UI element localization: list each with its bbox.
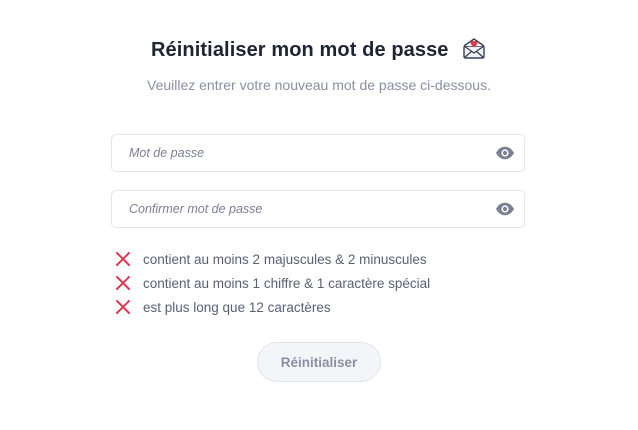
page-subtitle: Veuillez entrer votre nouveau mot de pas… [147, 77, 491, 93]
page-title: Réinitialiser mon mot de passe [151, 38, 449, 61]
cross-icon [115, 299, 131, 315]
envelope-heart-icon [461, 36, 487, 60]
title-row: Réinitialiser mon mot de passe [0, 38, 638, 66]
reset-password-button[interactable]: Réinitialiser [257, 342, 381, 382]
password-rule: contient au moins 2 majuscules & 2 minus… [115, 247, 535, 271]
eye-icon[interactable] [495, 201, 515, 217]
confirm-password-input[interactable] [112, 191, 482, 227]
confirm-password-field [111, 190, 525, 228]
password-rule-text: contient au moins 2 majuscules & 2 minus… [143, 251, 427, 267]
cross-icon [115, 275, 131, 291]
password-rules-list: contient au moins 2 majuscules & 2 minus… [115, 247, 535, 319]
password-input[interactable] [112, 135, 482, 171]
password-rule-text: est plus long que 12 caractères [143, 299, 331, 315]
password-rule: est plus long que 12 caractères [115, 295, 535, 319]
password-rule: contient au moins 1 chiffre & 1 caractèr… [115, 271, 535, 295]
password-rule-text: contient au moins 1 chiffre & 1 caractèr… [143, 275, 431, 291]
reset-password-page: Réinitialiser mon mot de passe Veuillez … [0, 0, 638, 430]
eye-icon[interactable] [495, 145, 515, 161]
password-field [111, 134, 525, 172]
cross-icon [115, 251, 131, 267]
